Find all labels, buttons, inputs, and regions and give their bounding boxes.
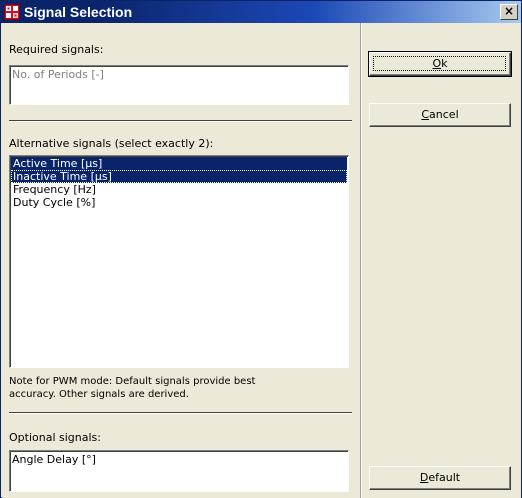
- list-item-active-time[interactable]: Active Time [µs]: [11, 157, 347, 170]
- button-pane: Ok Cancel Default: [362, 23, 521, 498]
- alternative-signals-label: Alternative signals (select exactly 2):: [9, 137, 214, 150]
- optional-signals-label: Optional signals:: [9, 431, 101, 444]
- signal-lists-pane: Required signals: No. of Periods [-] Alt…: [2, 23, 360, 498]
- separator: [9, 120, 352, 122]
- cancel-mnemonic: C: [421, 108, 430, 121]
- required-signals-label: Required signals:: [9, 43, 104, 56]
- signal-selection-dialog: Signal Selection × Required signals: No.…: [0, 0, 522, 498]
- cancel-button[interactable]: Cancel: [369, 103, 511, 127]
- optional-signals-list[interactable]: Angle Delay [°]: [9, 450, 349, 492]
- pwm-note-line-1: Note for PWM mode: Default signals provi…: [9, 376, 256, 387]
- focus-ring: [373, 56, 506, 71]
- list-item-frequency[interactable]: Frequency [Hz]: [11, 183, 347, 196]
- pwm-note-line-2: accuracy. Other signals are derived.: [9, 389, 189, 400]
- alternative-signals-list[interactable]: Active Time [µs] Inactive Time [µs] Freq…: [9, 155, 349, 368]
- required-signals-box: No. of Periods [-]: [9, 65, 349, 105]
- separator: [9, 412, 352, 414]
- close-icon: ×: [503, 4, 515, 18]
- signal-grid-icon: [4, 4, 20, 20]
- ok-button[interactable]: Ok: [368, 51, 512, 77]
- required-signal-item: No. of Periods [-]: [12, 68, 104, 81]
- list-item-inactive-time[interactable]: Inactive Time [µs]: [11, 170, 347, 183]
- default-label-rest: efault: [428, 471, 461, 484]
- cancel-label-rest: ancel: [429, 108, 459, 121]
- title-bar[interactable]: Signal Selection ×: [1, 1, 521, 23]
- close-button[interactable]: ×: [500, 4, 518, 20]
- default-button[interactable]: Default: [369, 466, 511, 490]
- optional-signal-item[interactable]: Angle Delay [°]: [12, 453, 96, 466]
- list-item-duty-cycle[interactable]: Duty Cycle [%]: [11, 196, 347, 209]
- window-title: Signal Selection: [24, 4, 133, 20]
